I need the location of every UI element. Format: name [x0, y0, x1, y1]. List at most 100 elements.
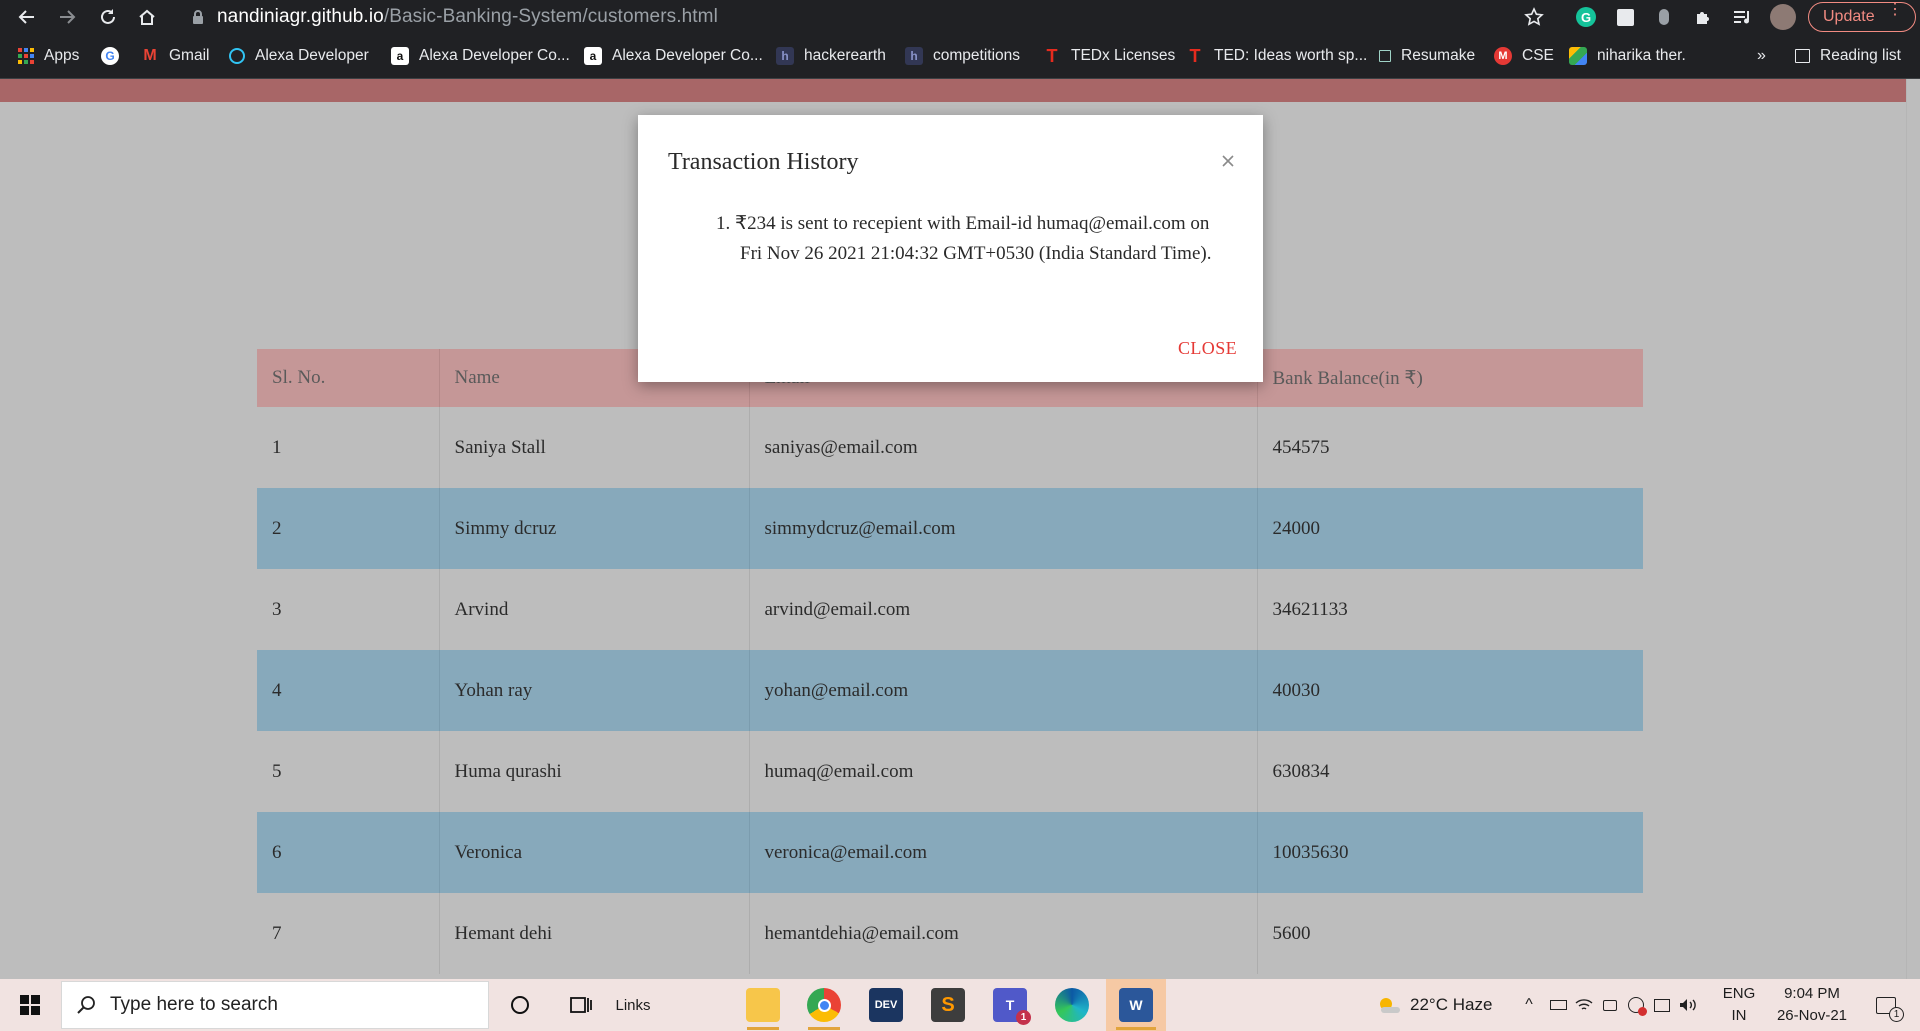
- bookmark-alexa-console-1[interactable]: a Alexa Developer Co...: [391, 45, 570, 67]
- bookmark-cse[interactable]: M CSE: [1494, 45, 1554, 67]
- reading-list-button[interactable]: Reading list: [1795, 45, 1901, 67]
- profile-avatar[interactable]: [1769, 3, 1797, 31]
- bookmark-apps[interactable]: Apps: [18, 45, 79, 67]
- ted-icon: T: [1046, 45, 1058, 66]
- links-toolbar[interactable]: Links: [608, 979, 658, 1031]
- address-bar[interactable]: nandiniagr.github.io/Basic-Banking-Syste…: [217, 6, 718, 28]
- page-scrollbar[interactable]: [1906, 79, 1920, 979]
- language-indicator[interactable]: ENG IN: [1722, 983, 1756, 1027]
- extension-icon[interactable]: [1650, 3, 1678, 31]
- bookmark-hackerearth[interactable]: h hackerearth: [776, 45, 886, 67]
- cell-email: yohan@email.com: [749, 650, 1258, 731]
- cell-serial: 1: [257, 407, 440, 488]
- bookmark-tedx-licenses[interactable]: T TEDx Licenses: [1043, 45, 1176, 67]
- table-row: 7 Hemant dehi hemantdehia@email.com 5600: [257, 893, 1643, 974]
- meet-now-icon[interactable]: [1624, 979, 1648, 1031]
- forward-button[interactable]: [54, 4, 80, 30]
- camera-icon[interactable]: [1598, 979, 1622, 1031]
- bookmark-competitions[interactable]: h competitions: [905, 45, 1020, 67]
- word-icon: W: [1119, 988, 1153, 1022]
- search-placeholder: Type here to search: [110, 994, 278, 1015]
- cell-serial: 2: [257, 488, 440, 569]
- clock-date: 26-Nov-21: [1776, 1007, 1848, 1024]
- bookmark-gmail[interactable]: M Gmail: [141, 45, 209, 67]
- table-row: 2 Simmy dcruz simmydcruz@email.com 24000: [257, 488, 1643, 569]
- weather-icon[interactable]: [1373, 979, 1405, 1031]
- clock-time: 9:04 PM: [1784, 985, 1840, 1002]
- show-hidden-icons-button[interactable]: ^: [1514, 979, 1544, 1031]
- bookmark-label: niharika ther.: [1597, 47, 1686, 64]
- bookmark-label: Apps: [44, 47, 80, 64]
- cell-serial: 7: [257, 893, 440, 974]
- cell-serial: 3: [257, 569, 440, 650]
- bookmark-label: Alexa Developer: [255, 47, 369, 64]
- taskbar-teams[interactable]: T 1: [984, 979, 1036, 1031]
- notification-count: 1: [1889, 1006, 1904, 1022]
- bookmark-star-icon[interactable]: [1520, 3, 1548, 31]
- taskbar-word[interactable]: W: [1106, 979, 1166, 1031]
- grammarly-icon[interactable]: G: [1572, 3, 1600, 31]
- taskbar-edge[interactable]: [1046, 979, 1098, 1031]
- taskbar-file-explorer[interactable]: [737, 979, 789, 1031]
- close-icon[interactable]: [1216, 149, 1240, 173]
- cell-email: hemantdehia@email.com: [749, 893, 1258, 974]
- resumake-icon: [1379, 50, 1391, 62]
- chevron-double-right-icon: »: [1757, 47, 1766, 64]
- clock[interactable]: 9:04 PM 26-Nov-21: [1768, 983, 1856, 1027]
- home-button[interactable]: [134, 4, 160, 30]
- bookmark-google[interactable]: G: [101, 45, 129, 67]
- taskbar-chrome[interactable]: [798, 979, 850, 1031]
- bookmark-label: hackerearth: [804, 47, 886, 64]
- weather-text[interactable]: 22°C Haze: [1410, 994, 1492, 1016]
- bookmark-ted-ideas[interactable]: T TED: Ideas worth sp...: [1186, 45, 1368, 67]
- display-icon[interactable]: [1650, 979, 1674, 1031]
- column-header: Sl. No.: [257, 349, 440, 407]
- puzzle-extensions-icon[interactable]: [1689, 3, 1717, 31]
- bookmark-niharika[interactable]: niharika ther.: [1569, 45, 1686, 67]
- bookmark-label: TED: Ideas worth sp...: [1214, 47, 1368, 64]
- bookmark-label: TEDx Licenses: [1071, 47, 1176, 64]
- bookmark-alexa-console-2[interactable]: a Alexa Developer Co...: [584, 45, 763, 67]
- cse-icon: M: [1494, 47, 1512, 65]
- back-button[interactable]: [14, 4, 40, 30]
- apps-grid-icon: [18, 48, 34, 64]
- cell-email: saniyas@email.com: [749, 407, 1258, 488]
- taskbar-sublime[interactable]: S: [922, 979, 974, 1031]
- wifi-icon[interactable]: [1572, 979, 1596, 1031]
- start-button[interactable]: [10, 979, 50, 1031]
- taskbar-search-input[interactable]: Type here to search: [61, 981, 489, 1029]
- close-button[interactable]: CLOSE: [1178, 338, 1237, 359]
- customers-table: Sl. No. Name Email Bank Balance(in ₹) 1 …: [257, 349, 1643, 974]
- volume-icon[interactable]: [1676, 979, 1700, 1031]
- browser-toolbar: nandiniagr.github.io/Basic-Banking-Syste…: [0, 0, 1920, 33]
- edge-icon: [1055, 988, 1089, 1022]
- taskbar-dev[interactable]: DEV: [860, 979, 912, 1031]
- active-indicator: [1116, 1027, 1156, 1030]
- url-host: nandiniagr.github.io: [217, 6, 384, 27]
- bookmark-resumake[interactable]: Resumake: [1379, 45, 1475, 67]
- chrome-icon: [807, 988, 841, 1022]
- bookmark-label: CSE: [1522, 47, 1554, 64]
- home-icon: [139, 9, 155, 25]
- file-explorer-icon: [746, 988, 780, 1022]
- cell-serial: 4: [257, 650, 440, 731]
- drive-icon: [1569, 47, 1587, 65]
- notification-center-button[interactable]: 1: [1866, 979, 1906, 1031]
- cell-balance: 10035630: [1257, 812, 1643, 893]
- links-label: Links: [615, 996, 651, 1014]
- update-button[interactable]: Update ⋮: [1808, 2, 1916, 32]
- cell-name: Simmy dcruz: [439, 488, 750, 569]
- reading-list-icon: [1795, 49, 1810, 63]
- lock-icon: [185, 4, 211, 30]
- cortana-button[interactable]: [500, 979, 540, 1031]
- reload-button[interactable]: [95, 4, 121, 30]
- media-control-icon[interactable]: [1728, 3, 1756, 31]
- cell-name: Yohan ray: [439, 650, 750, 731]
- gmail-icon: M: [143, 47, 157, 64]
- more-bookmarks-button[interactable]: »: [1757, 45, 1766, 67]
- battery-icon[interactable]: [1546, 979, 1570, 1031]
- update-label: Update: [1823, 8, 1875, 25]
- bookmark-alexa-developer[interactable]: Alexa Developer: [229, 45, 369, 67]
- media-extension-icon[interactable]: [1611, 3, 1639, 31]
- task-view-button[interactable]: [561, 979, 601, 1031]
